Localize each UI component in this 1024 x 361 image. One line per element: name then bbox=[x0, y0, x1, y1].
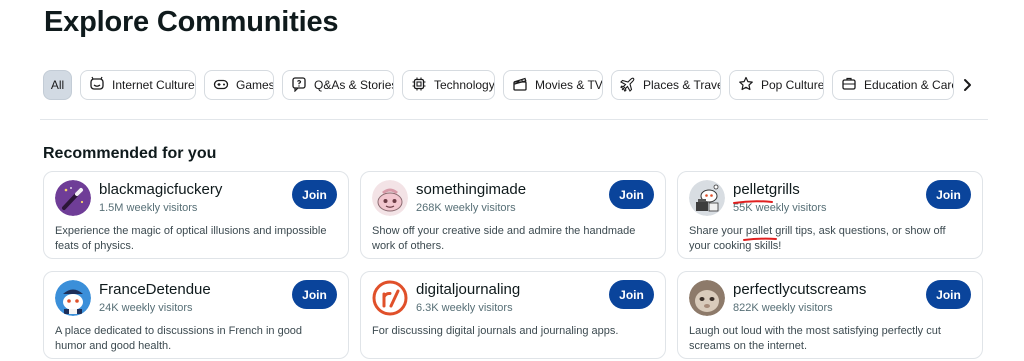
community-description: Laugh out loud with the most satisfying … bbox=[689, 325, 941, 352]
chip-technology[interactable]: Technology bbox=[402, 70, 495, 100]
community-card[interactable]: pelletgrills 55K weekly visitors Join Sh… bbox=[677, 171, 983, 259]
community-name[interactable]: somethingimade bbox=[416, 181, 526, 198]
community-name[interactable]: perfectlycutscreams bbox=[733, 281, 866, 298]
question-bubble-icon bbox=[291, 76, 307, 95]
weekly-visitors: 6.3K weekly visitors bbox=[416, 302, 513, 314]
chip-label: Q&As & Stories bbox=[314, 78, 394, 92]
community-description: A place dedicated to discussions in Fren… bbox=[55, 325, 303, 352]
chip-label: All bbox=[50, 78, 65, 92]
internet-culture-icon bbox=[89, 76, 105, 95]
join-button[interactable]: Join bbox=[926, 180, 971, 209]
join-button[interactable]: Join bbox=[926, 280, 971, 309]
join-button[interactable]: Join bbox=[609, 180, 654, 209]
chip-icon bbox=[411, 76, 427, 95]
weekly-visitors: 268K weekly visitors bbox=[416, 202, 516, 214]
star-icon bbox=[738, 76, 754, 95]
magic-wand-avatar bbox=[55, 180, 91, 216]
divider bbox=[40, 119, 988, 120]
chip-all[interactable]: All bbox=[43, 70, 72, 100]
weekly-visitors: 822K weekly visitors bbox=[733, 302, 833, 314]
chip-label: Games bbox=[236, 78, 274, 92]
chip-label: Education & Caree bbox=[864, 78, 953, 92]
chip-education-career[interactable]: Education & Caree bbox=[832, 70, 954, 100]
weekly-visitors: 55K weekly visitors bbox=[733, 202, 827, 214]
community-description: Show off your creative side and admire t… bbox=[372, 225, 636, 252]
join-button[interactable]: Join bbox=[292, 180, 337, 209]
chip-label: Places & Travel bbox=[643, 78, 721, 92]
chip-label: Internet Culture bbox=[112, 78, 195, 92]
community-card[interactable]: digitaljournaling 6.3K weekly visitors J… bbox=[360, 271, 666, 359]
chip-label: Technology bbox=[434, 78, 495, 92]
chip-games[interactable]: Games bbox=[204, 70, 274, 100]
community-description: Experience the magic of optical illusion… bbox=[55, 225, 327, 252]
community-name[interactable]: FranceDetendue bbox=[99, 281, 211, 298]
snoo-blue-avatar bbox=[55, 280, 91, 316]
photo-avatar bbox=[689, 280, 725, 316]
community-name[interactable]: digitaljournaling bbox=[416, 281, 520, 298]
gamepad-icon bbox=[213, 76, 229, 95]
community-name[interactable]: pelletgrills bbox=[733, 181, 800, 198]
weekly-visitors: 24K weekly visitors bbox=[99, 302, 193, 314]
grill-snoo-avatar bbox=[689, 180, 725, 216]
chip-movies-tv[interactable]: Movies & TV bbox=[503, 70, 603, 100]
chevron-right-icon[interactable] bbox=[957, 70, 977, 100]
section-title: Recommended for you bbox=[43, 145, 217, 162]
community-card[interactable]: somethingimade 268K weekly visitors Join… bbox=[360, 171, 666, 259]
clapperboard-icon bbox=[512, 76, 528, 95]
community-name[interactable]: blackmagicfuckery bbox=[99, 181, 222, 198]
community-description: Share your pallet grill tips, ask questi… bbox=[689, 225, 946, 252]
chip-pop-culture[interactable]: Pop Culture bbox=[729, 70, 824, 100]
join-button[interactable]: Join bbox=[292, 280, 337, 309]
community-description: For discussing digital journals and jour… bbox=[372, 325, 619, 337]
community-card[interactable]: blackmagicfuckery 1.5M weekly visitors J… bbox=[43, 171, 349, 259]
community-card[interactable]: FranceDetendue 24K weekly visitors Join … bbox=[43, 271, 349, 359]
chip-label: Movies & TV bbox=[535, 78, 603, 92]
chip-internet-culture[interactable]: Internet Culture bbox=[80, 70, 196, 100]
chip-qas-stories[interactable]: Q&As & Stories bbox=[282, 70, 394, 100]
community-card[interactable]: perfectlycutscreams 822K weekly visitors… bbox=[677, 271, 983, 359]
snoo-pink-avatar bbox=[372, 180, 408, 216]
airplane-icon bbox=[620, 76, 636, 95]
book-icon bbox=[841, 76, 857, 95]
chip-label: Pop Culture bbox=[761, 78, 824, 92]
page-title: Explore Communities bbox=[44, 6, 339, 38]
topic-chips: All Internet Culture Games Q&As & Storie… bbox=[43, 70, 983, 102]
join-button[interactable]: Join bbox=[609, 280, 654, 309]
weekly-visitors: 1.5M weekly visitors bbox=[99, 202, 198, 214]
chip-places-travel[interactable]: Places & Travel bbox=[611, 70, 721, 100]
r-slash-avatar bbox=[372, 280, 408, 316]
